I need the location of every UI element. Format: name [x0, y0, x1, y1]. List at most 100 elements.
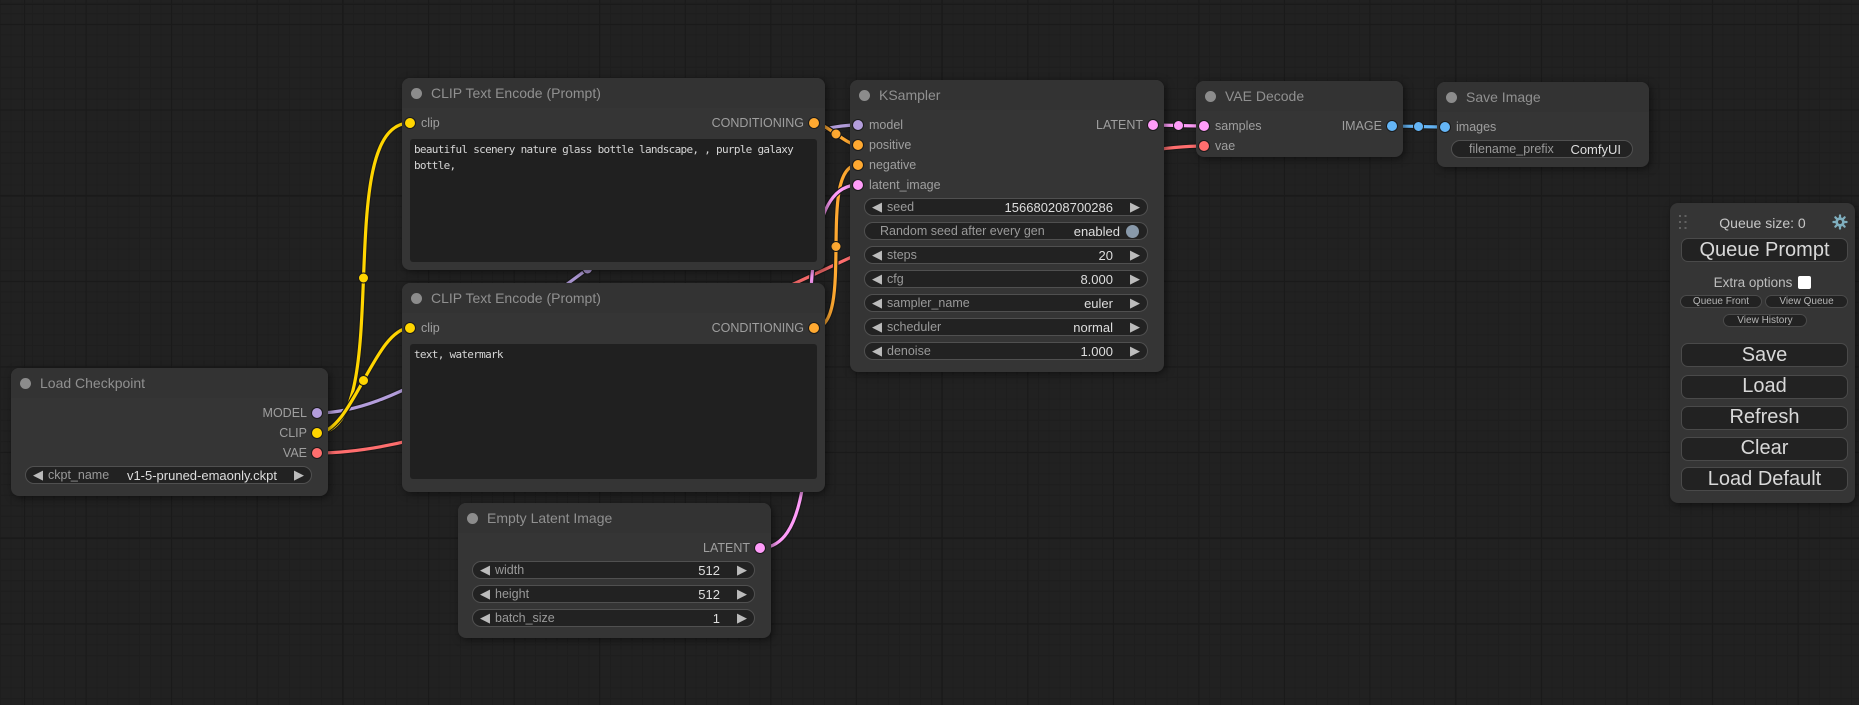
ksampler-random-seed-after-every-gen-widget[interactable]: Random seed after every gen enabled [864, 222, 1148, 240]
load-default-button[interactable]: Load Default [1681, 467, 1848, 491]
vae-decode-IMAGE-output-slot[interactable] [1387, 121, 1397, 131]
clip-text-encode-negative-prompt-textarea[interactable]: text, watermark [410, 344, 817, 479]
load-checkpoint-ckpt-name-widget[interactable]: ◀ckpt_namev1-5-pruned-emaonly.ckpt▶ [25, 466, 312, 484]
ksampler-model-input-slot[interactable] [853, 120, 863, 130]
node-title: Load Checkpoint [40, 368, 145, 398]
clear-button[interactable]: Clear [1681, 437, 1848, 461]
widget-label: Random seed after every gen [880, 224, 1045, 238]
decrement-arrow-icon[interactable]: ◀ [480, 609, 490, 627]
ksampler-node[interactable]: KSamplermodelpositivenegativelatent_imag… [850, 80, 1164, 372]
slot-label: IMAGE [1342, 116, 1382, 136]
load-checkpoint-MODEL-output-slot[interactable] [312, 408, 322, 418]
clip-text-encode-positive-node[interactable]: CLIP Text Encode (Prompt)clipCONDITIONIN… [402, 78, 825, 270]
ksampler-negative-input-slot[interactable] [853, 160, 863, 170]
increment-arrow-icon[interactable]: ▶ [1130, 342, 1140, 360]
decrement-arrow-icon[interactable]: ◀ [872, 342, 882, 360]
slot-label: LATENT [1096, 115, 1143, 135]
decrement-arrow-icon[interactable]: ◀ [872, 198, 882, 216]
clip-text-encode-positive-header[interactable]: CLIP Text Encode (Prompt) [402, 78, 825, 108]
clip-text-encode-positive-clip-input-slot[interactable] [405, 118, 415, 128]
link-midpoint-dot[interactable] [831, 242, 841, 252]
ksampler-header[interactable]: KSampler [850, 80, 1164, 110]
increment-arrow-icon[interactable]: ▶ [1130, 246, 1140, 264]
empty-latent-image-LATENT-output-slot[interactable] [755, 543, 765, 553]
save-image-filename-prefix-widget[interactable]: filename_prefixComfyUI [1451, 140, 1633, 158]
node-status-dot [411, 293, 422, 304]
increment-arrow-icon[interactable]: ▶ [1130, 294, 1140, 312]
link-midpoint-dot[interactable] [1174, 121, 1184, 131]
empty-latent-image-height-widget[interactable]: ◀height512▶ [472, 585, 755, 603]
clip-text-encode-negative-clip-input-slot[interactable] [405, 323, 415, 333]
extra-options-checkbox[interactable] [1798, 276, 1811, 289]
increment-arrow-icon[interactable]: ▶ [1130, 270, 1140, 288]
increment-arrow-icon[interactable]: ▶ [1130, 318, 1140, 336]
decrement-arrow-icon[interactable]: ◀ [872, 270, 882, 288]
ksampler-seed-widget[interactable]: ◀seed156680208700286▶ [864, 198, 1148, 216]
decrement-arrow-icon[interactable]: ◀ [33, 466, 43, 484]
widget-label: seed [887, 200, 914, 214]
decrement-arrow-icon[interactable]: ◀ [872, 246, 882, 264]
ksampler-steps-widget[interactable]: ◀steps20▶ [864, 246, 1148, 264]
widget-label: steps [887, 248, 917, 262]
load-checkpoint-header[interactable]: Load Checkpoint [11, 368, 328, 398]
load-checkpoint-VAE-output-slot[interactable] [312, 448, 322, 458]
link-midpoint-dot[interactable] [359, 273, 369, 283]
graph-canvas[interactable]: Load CheckpointMODELCLIPVAE◀ckpt_namev1-… [0, 0, 1859, 705]
empty-latent-image-header[interactable]: Empty Latent Image [458, 503, 771, 533]
save-image-images-input-slot[interactable] [1440, 122, 1450, 132]
clip-text-encode-positive-CONDITIONING-output-slot[interactable] [809, 118, 819, 128]
vae-decode-header[interactable]: VAE Decode [1196, 81, 1403, 111]
link-midpoint-dot[interactable] [1414, 122, 1424, 132]
clip-text-encode-negative-header[interactable]: CLIP Text Encode (Prompt) [402, 283, 825, 313]
clip-text-encode-positive-prompt-textarea[interactable]: beautiful scenery nature glass bottle la… [410, 139, 817, 262]
ksampler-sampler-name-widget[interactable]: ◀sampler_nameeuler▶ [864, 294, 1148, 312]
gear-icon[interactable] [1832, 214, 1848, 230]
decrement-arrow-icon[interactable]: ◀ [872, 318, 882, 336]
slot-label: latent_image [869, 175, 941, 195]
empty-latent-image-batch-size-widget[interactable]: ◀batch_size1▶ [472, 609, 755, 627]
save-image-node[interactable]: Save Imageimagesfilename_prefixComfyUI [1437, 82, 1649, 167]
increment-arrow-icon[interactable]: ▶ [737, 609, 747, 627]
ksampler-LATENT-output-slot[interactable] [1148, 120, 1158, 130]
ksampler-positive-input-slot[interactable] [853, 140, 863, 150]
vae-decode-samples-input-slot[interactable] [1199, 121, 1209, 131]
slot-label: positive [869, 135, 911, 155]
ksampler-cfg-widget[interactable]: ◀cfg8.000▶ [864, 270, 1148, 288]
refresh-button[interactable]: Refresh [1681, 406, 1848, 430]
increment-arrow-icon[interactable]: ▶ [737, 561, 747, 579]
clip-text-encode-negative-CONDITIONING-output-slot[interactable] [809, 323, 819, 333]
ksampler-latent_image-input-slot[interactable] [853, 180, 863, 190]
increment-arrow-icon[interactable]: ▶ [294, 466, 304, 484]
vae-decode-node[interactable]: VAE DecodesamplesvaeIMAGE [1196, 81, 1403, 157]
decrement-arrow-icon[interactable]: ◀ [480, 561, 490, 579]
increment-arrow-icon[interactable]: ▶ [1130, 198, 1140, 216]
vae-decode-vae-input-slot[interactable] [1199, 141, 1209, 151]
ksampler-denoise-widget[interactable]: ◀denoise1.000▶ [864, 342, 1148, 360]
queue-size-label: Queue size: 0 [1670, 211, 1855, 235]
link-midpoint-dot[interactable] [359, 376, 369, 386]
node-status-dot [20, 378, 31, 389]
widget-label: cfg [887, 272, 904, 286]
decrement-arrow-icon[interactable]: ◀ [480, 585, 490, 603]
queue-prompt-button[interactable]: Queue Prompt [1681, 238, 1848, 262]
view-history-button[interactable]: View History [1723, 314, 1807, 327]
load-checkpoint-node[interactable]: Load CheckpointMODELCLIPVAE◀ckpt_namev1-… [11, 368, 328, 496]
empty-latent-image-node[interactable]: Empty Latent ImageLATENT◀width512▶◀heigh… [458, 503, 771, 638]
load-button[interactable]: Load [1681, 375, 1848, 399]
empty-latent-image-width-widget[interactable]: ◀width512▶ [472, 561, 755, 579]
queue-front-button[interactable]: Queue Front [1680, 295, 1762, 308]
widget-value: 512 [698, 587, 720, 602]
link-midpoint-dot[interactable] [831, 129, 841, 139]
widget-value: enabled [1074, 224, 1120, 239]
widget-value: 512 [698, 563, 720, 578]
toggle-knob[interactable] [1126, 225, 1139, 238]
increment-arrow-icon[interactable]: ▶ [737, 585, 747, 603]
view-queue-button[interactable]: View Queue [1765, 295, 1848, 308]
decrement-arrow-icon[interactable]: ◀ [872, 294, 882, 312]
node-title: Empty Latent Image [487, 503, 612, 533]
save-image-header[interactable]: Save Image [1437, 82, 1649, 112]
ksampler-scheduler-widget[interactable]: ◀schedulernormal▶ [864, 318, 1148, 336]
save-button[interactable]: Save [1681, 343, 1848, 367]
load-checkpoint-CLIP-output-slot[interactable] [312, 428, 322, 438]
clip-text-encode-negative-node[interactable]: CLIP Text Encode (Prompt)clipCONDITIONIN… [402, 283, 825, 492]
